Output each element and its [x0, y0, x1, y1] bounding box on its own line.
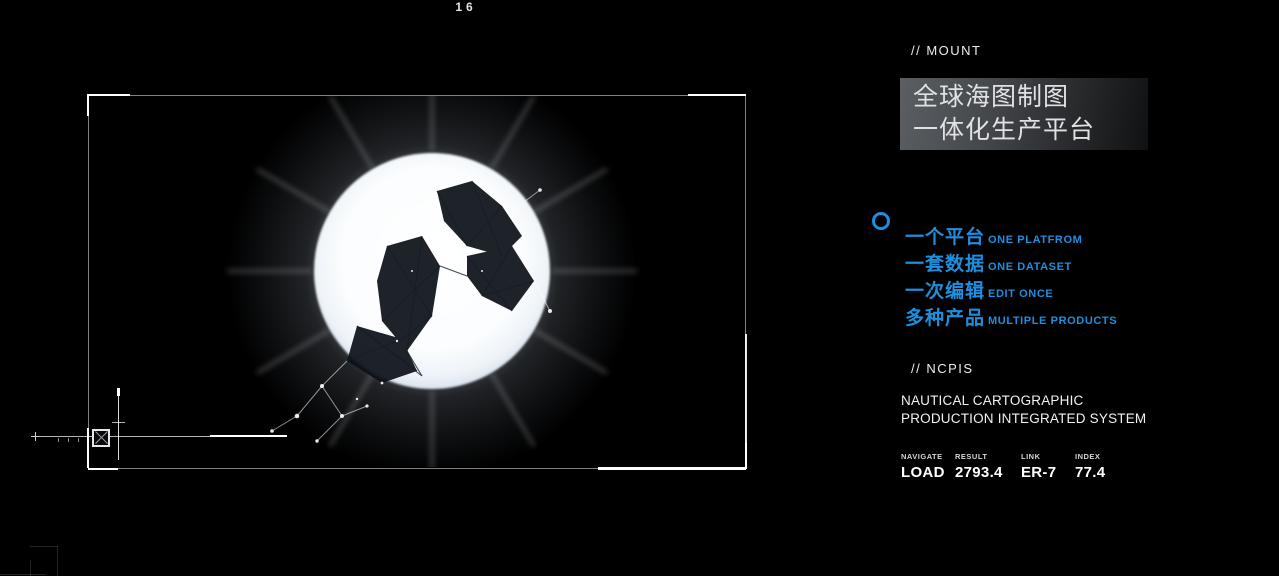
hud-vertical-line: [118, 388, 119, 460]
feature-zh: 多种产品: [905, 303, 985, 330]
hud-faint-line: [30, 546, 58, 547]
hud-faint-line: [57, 546, 58, 576]
stat-label: LINK: [1021, 452, 1075, 461]
system-name-line-1: NAUTICAL CARTOGRAPHIC: [901, 392, 1146, 410]
stat-result: RESULT 2793.4: [955, 452, 1021, 481]
stat-index: INDEX 77.4: [1075, 452, 1135, 481]
ncpis-label: // NCPIS: [911, 361, 974, 376]
hud-vertical-line-cap: [117, 388, 120, 396]
feature-item: 一套数据 ONE DATASET: [905, 249, 1117, 276]
frame-decoration: [88, 468, 118, 470]
mount-label: // MOUNT: [911, 43, 982, 58]
feature-zh: 一套数据: [905, 249, 985, 276]
feature-zh: 一个平台: [905, 222, 985, 249]
hud-ruler-highlight: [210, 435, 287, 437]
stat-label: INDEX: [1075, 452, 1135, 461]
title-line-2: 一体化生产平台: [913, 114, 1148, 147]
frame-decoration: [598, 467, 746, 470]
hud-marker-square-icon: [92, 429, 110, 447]
feature-item: 多种产品 MULTIPLE PRODUCTS: [905, 303, 1117, 330]
feature-list: 一个平台 ONE PLATFROM 一套数据 ONE DATASET 一次编辑 …: [905, 222, 1117, 330]
stat-label: RESULT: [955, 452, 1021, 461]
stat-label: NAVIGATE: [901, 452, 955, 461]
slide: 16: [0, 0, 1279, 576]
hud-faint-line: [0, 574, 46, 575]
hud-tick: [58, 438, 59, 442]
feature-en: MULTIPLE PRODUCTS: [988, 315, 1117, 327]
feature-item: 一个平台 ONE PLATFROM: [905, 222, 1117, 249]
hud-tick: [78, 438, 79, 442]
slide-number: 16: [446, 0, 486, 14]
system-name: NAUTICAL CARTOGRAPHIC PRODUCTION INTEGRA…: [901, 392, 1146, 428]
frame-decoration: [745, 334, 747, 466]
stat-value: 2793.4: [955, 464, 1021, 481]
title-box: 全球海图制图 一体化生产平台: [900, 78, 1148, 150]
feature-zh: 一次编辑: [905, 276, 985, 303]
stat-value: LOAD: [901, 464, 955, 481]
hud-tick: [68, 438, 69, 442]
title-line-1: 全球海图制图: [913, 81, 1148, 114]
system-name-line-2: PRODUCTION INTEGRATED SYSTEM: [901, 410, 1146, 428]
circle-marker-icon: [872, 212, 890, 230]
stat-value: 77.4: [1075, 464, 1135, 481]
crosshair-icon: [31, 432, 40, 441]
status-readout: NAVIGATE LOAD RESULT 2793.4 LINK ER-7 IN…: [901, 452, 1135, 481]
feature-item: 一次编辑 EDIT ONCE: [905, 276, 1117, 303]
globe-viewport: [89, 96, 744, 467]
earth-globe: [182, 96, 682, 467]
hud-vertical-line-tick: [112, 422, 125, 423]
hud-faint-line: [30, 560, 31, 576]
feature-en: ONE DATASET: [988, 261, 1072, 273]
feature-en: ONE PLATFROM: [988, 234, 1082, 246]
stat-navigate: NAVIGATE LOAD: [901, 452, 955, 481]
stat-value: ER-7: [1021, 464, 1075, 481]
feature-en: EDIT ONCE: [988, 288, 1053, 300]
frame-decoration: [745, 443, 747, 469]
stat-link: LINK ER-7: [1021, 452, 1075, 481]
